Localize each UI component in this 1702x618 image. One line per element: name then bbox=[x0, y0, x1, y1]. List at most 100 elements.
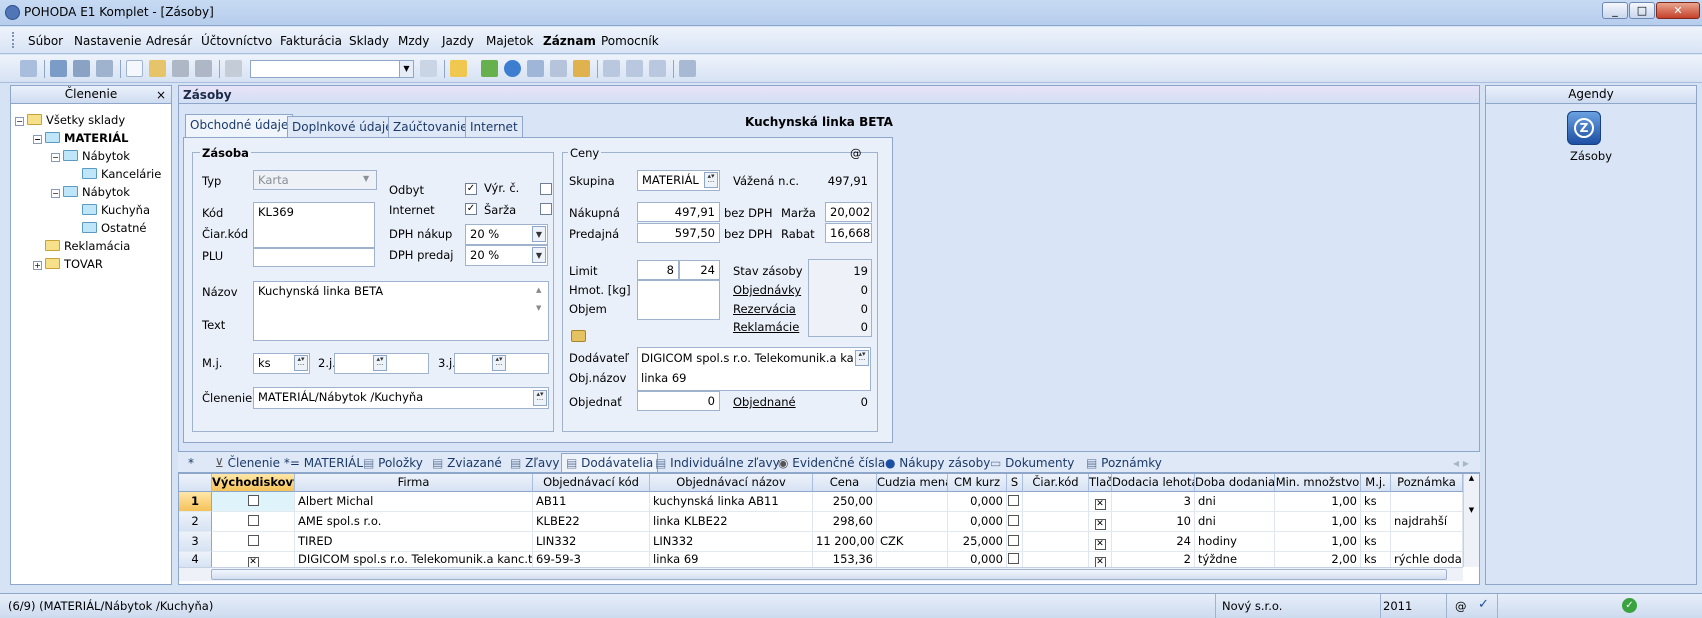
grid-cell-firma[interactable]: AME spol.s r.o. bbox=[295, 512, 533, 532]
grid-cell-nazov[interactable]: linka KLBE22 bbox=[650, 512, 813, 532]
default-checkbox[interactable] bbox=[247, 495, 259, 506]
menu-subor[interactable]: Súbor bbox=[28, 34, 63, 48]
subtab-dodavatelia[interactable]: ▤ Dodávatelia bbox=[561, 453, 659, 473]
collapse-icon[interactable]: − bbox=[33, 135, 42, 144]
toolbar-filter-combo[interactable]: ▼ bbox=[250, 60, 414, 78]
grid-cell-tlac[interactable]: ✕ bbox=[1089, 552, 1112, 568]
grid-cell-cena[interactable]: 153,36 bbox=[813, 552, 877, 568]
tab-obchodne-udaje[interactable]: Obchodné údaje bbox=[185, 114, 294, 138]
mj2-picker-button[interactable]: ▴▾ ··· bbox=[373, 355, 387, 371]
close-icon[interactable]: × bbox=[156, 87, 166, 104]
grid-cell-lehota[interactable]: 2 bbox=[1112, 552, 1195, 568]
maximize-button[interactable]: □ bbox=[1629, 2, 1655, 19]
marza-field[interactable]: 20,002 bbox=[825, 202, 872, 222]
grid-cell-lehota[interactable]: 24 bbox=[1112, 532, 1195, 552]
app-icon[interactable] bbox=[5, 5, 20, 20]
chevron-down-icon[interactable]: ▼ bbox=[399, 61, 413, 77]
grid-cell-mena[interactable] bbox=[877, 512, 948, 532]
collapse-icon[interactable]: − bbox=[51, 189, 60, 198]
grid-header-ciar-kod[interactable]: Čiar.kód bbox=[1023, 474, 1089, 492]
vyr-c-checkbox[interactable] bbox=[540, 183, 552, 195]
subtab-scroll-arrows-icon[interactable]: ◂ ▸ bbox=[1453, 456, 1469, 470]
status-pen-check-icon[interactable]: ✓ bbox=[1478, 597, 1489, 612]
reklamacie-link[interactable]: Reklamácie bbox=[733, 320, 799, 334]
zasoby-agenda-icon[interactable]: Z bbox=[1567, 111, 1601, 145]
calculator-icon[interactable] bbox=[550, 60, 567, 77]
scrollbar-thumb[interactable] bbox=[211, 569, 1447, 580]
tree-node-nabytok-2[interactable]: − Nábytok bbox=[51, 185, 130, 199]
subtab-all[interactable]: * bbox=[188, 456, 194, 470]
dodavatel-picker-button[interactable]: ▴▾ ··· bbox=[855, 350, 869, 366]
subtab-zviazane[interactable]: ▤ Zviazané bbox=[432, 456, 502, 470]
filter-icon[interactable] bbox=[420, 60, 437, 77]
grid-cell-kod[interactable]: LIN332 bbox=[533, 532, 650, 552]
grid-cell-kurz[interactable]: 0,000 bbox=[948, 492, 1007, 512]
menu-adresar[interactable]: Adresár bbox=[146, 34, 192, 48]
s-checkbox[interactable] bbox=[1008, 495, 1019, 506]
limit-min-field[interactable]: 8 bbox=[637, 260, 679, 280]
grid-cell-min[interactable]: 2,00 bbox=[1275, 552, 1361, 568]
plu-field[interactable] bbox=[253, 248, 375, 267]
grid-cell-mena[interactable] bbox=[877, 552, 948, 568]
grid-cell-default[interactable] bbox=[212, 512, 295, 532]
grid-cell-default[interactable] bbox=[212, 532, 295, 552]
tab-doplnkove-udaje[interactable]: Doplnkové údaje bbox=[287, 116, 398, 137]
clenenie-picker-button[interactable]: ▴▾ ··· bbox=[533, 390, 547, 406]
preview-icon[interactable] bbox=[96, 60, 113, 77]
tab-internet[interactable]: Internet bbox=[465, 116, 523, 137]
collapse-icon[interactable]: − bbox=[51, 153, 60, 162]
kod-field[interactable]: KL369 bbox=[253, 202, 375, 248]
grid-header-doba-dodania[interactable]: Doba dodania bbox=[1195, 474, 1275, 492]
save-as-icon[interactable] bbox=[195, 60, 212, 77]
grid-cell-min[interactable]: 1,00 bbox=[1275, 512, 1361, 532]
default-checkbox[interactable] bbox=[247, 515, 259, 526]
grid-header-obj-kod[interactable]: Objednávací kód bbox=[533, 474, 650, 492]
grid-cell-mj[interactable]: ks bbox=[1361, 512, 1391, 532]
tree-toggle-icon[interactable] bbox=[20, 60, 37, 77]
grid-cell-s[interactable] bbox=[1007, 552, 1023, 568]
odbyt-checkbox[interactable]: ✓ bbox=[465, 183, 477, 195]
grid-cell-s[interactable] bbox=[1007, 492, 1023, 512]
subtab-clenenie[interactable]: ⊻ Členenie *= MATERIÁL bbox=[215, 456, 363, 470]
grid-cell-nazov[interactable]: kuchynská linka AB11 bbox=[650, 492, 813, 512]
tlac-checkbox[interactable]: ✕ bbox=[1094, 519, 1106, 530]
grid-horizontal-scrollbar[interactable] bbox=[179, 567, 1463, 581]
s-checkbox[interactable] bbox=[1008, 515, 1019, 526]
grid-cell-nazov[interactable]: LIN332 bbox=[650, 532, 813, 552]
grid-cell-kurz[interactable]: 0,000 bbox=[948, 512, 1007, 532]
coins-icon[interactable] bbox=[573, 60, 590, 77]
scroll-up-icon[interactable]: ▲ bbox=[536, 286, 541, 294]
mj-picker-button[interactable]: ▴▾ ··· bbox=[294, 355, 308, 371]
grid-cell-s[interactable] bbox=[1007, 512, 1023, 532]
grid-header-firma[interactable]: Firma bbox=[295, 474, 533, 492]
tree-node-tovar[interactable]: + TOVAR bbox=[33, 257, 103, 271]
tree-node-kancelarie[interactable]: Kancelárie bbox=[82, 167, 161, 181]
grid-cell-poznamka[interactable] bbox=[1391, 532, 1463, 552]
help-pointer-icon[interactable] bbox=[679, 60, 696, 77]
copy-icon[interactable] bbox=[225, 60, 242, 77]
mj3-picker-button[interactable]: ▴▾ ··· bbox=[492, 355, 506, 371]
scroll-down-icon[interactable]: ▼ bbox=[536, 304, 541, 312]
grid-cell-min[interactable]: 1,00 bbox=[1275, 492, 1361, 512]
internet-checkbox[interactable]: ✓ bbox=[465, 203, 477, 215]
s-checkbox[interactable] bbox=[1008, 535, 1019, 546]
default-checkbox[interactable] bbox=[247, 535, 259, 546]
grid-cell-firma[interactable]: DIGICOM spol.s r.o. Telekomunik.a kanc.t… bbox=[295, 552, 533, 568]
subtab-dokumenty[interactable]: ▭ Dokumenty bbox=[990, 456, 1074, 470]
tree-node-ostatne[interactable]: Ostatné bbox=[82, 221, 146, 235]
grid-row-number[interactable]: 1 bbox=[179, 492, 212, 512]
grid-cell-firma[interactable]: TIRED bbox=[295, 532, 533, 552]
grid-header-cudzia-mena[interactable]: Cudzia mena bbox=[877, 474, 948, 492]
grid-cell-min[interactable]: 1,00 bbox=[1275, 532, 1361, 552]
chevron-down-icon[interactable]: ▼ bbox=[532, 226, 546, 242]
tree-node-kuchyna[interactable]: Kuchyňa bbox=[82, 203, 150, 217]
tree-node-nabytok-1[interactable]: − Nábytok bbox=[51, 149, 130, 163]
menu-pomocnik[interactable]: Pomocník bbox=[601, 34, 659, 48]
chevron-down-icon[interactable]: ▼ bbox=[532, 247, 546, 263]
skupina-picker-button[interactable]: ▴▾ ··· bbox=[704, 172, 718, 188]
menu-zaznam[interactable]: Záznam bbox=[543, 34, 596, 48]
close-button[interactable]: ✕ bbox=[1656, 2, 1700, 19]
grid-header-vychodiskovy[interactable]: Východiskový bbox=[212, 474, 295, 492]
grid-cell-default[interactable]: ✕ bbox=[212, 552, 295, 568]
grid-header-cm-kurz[interactable]: CM kurz bbox=[948, 474, 1007, 492]
